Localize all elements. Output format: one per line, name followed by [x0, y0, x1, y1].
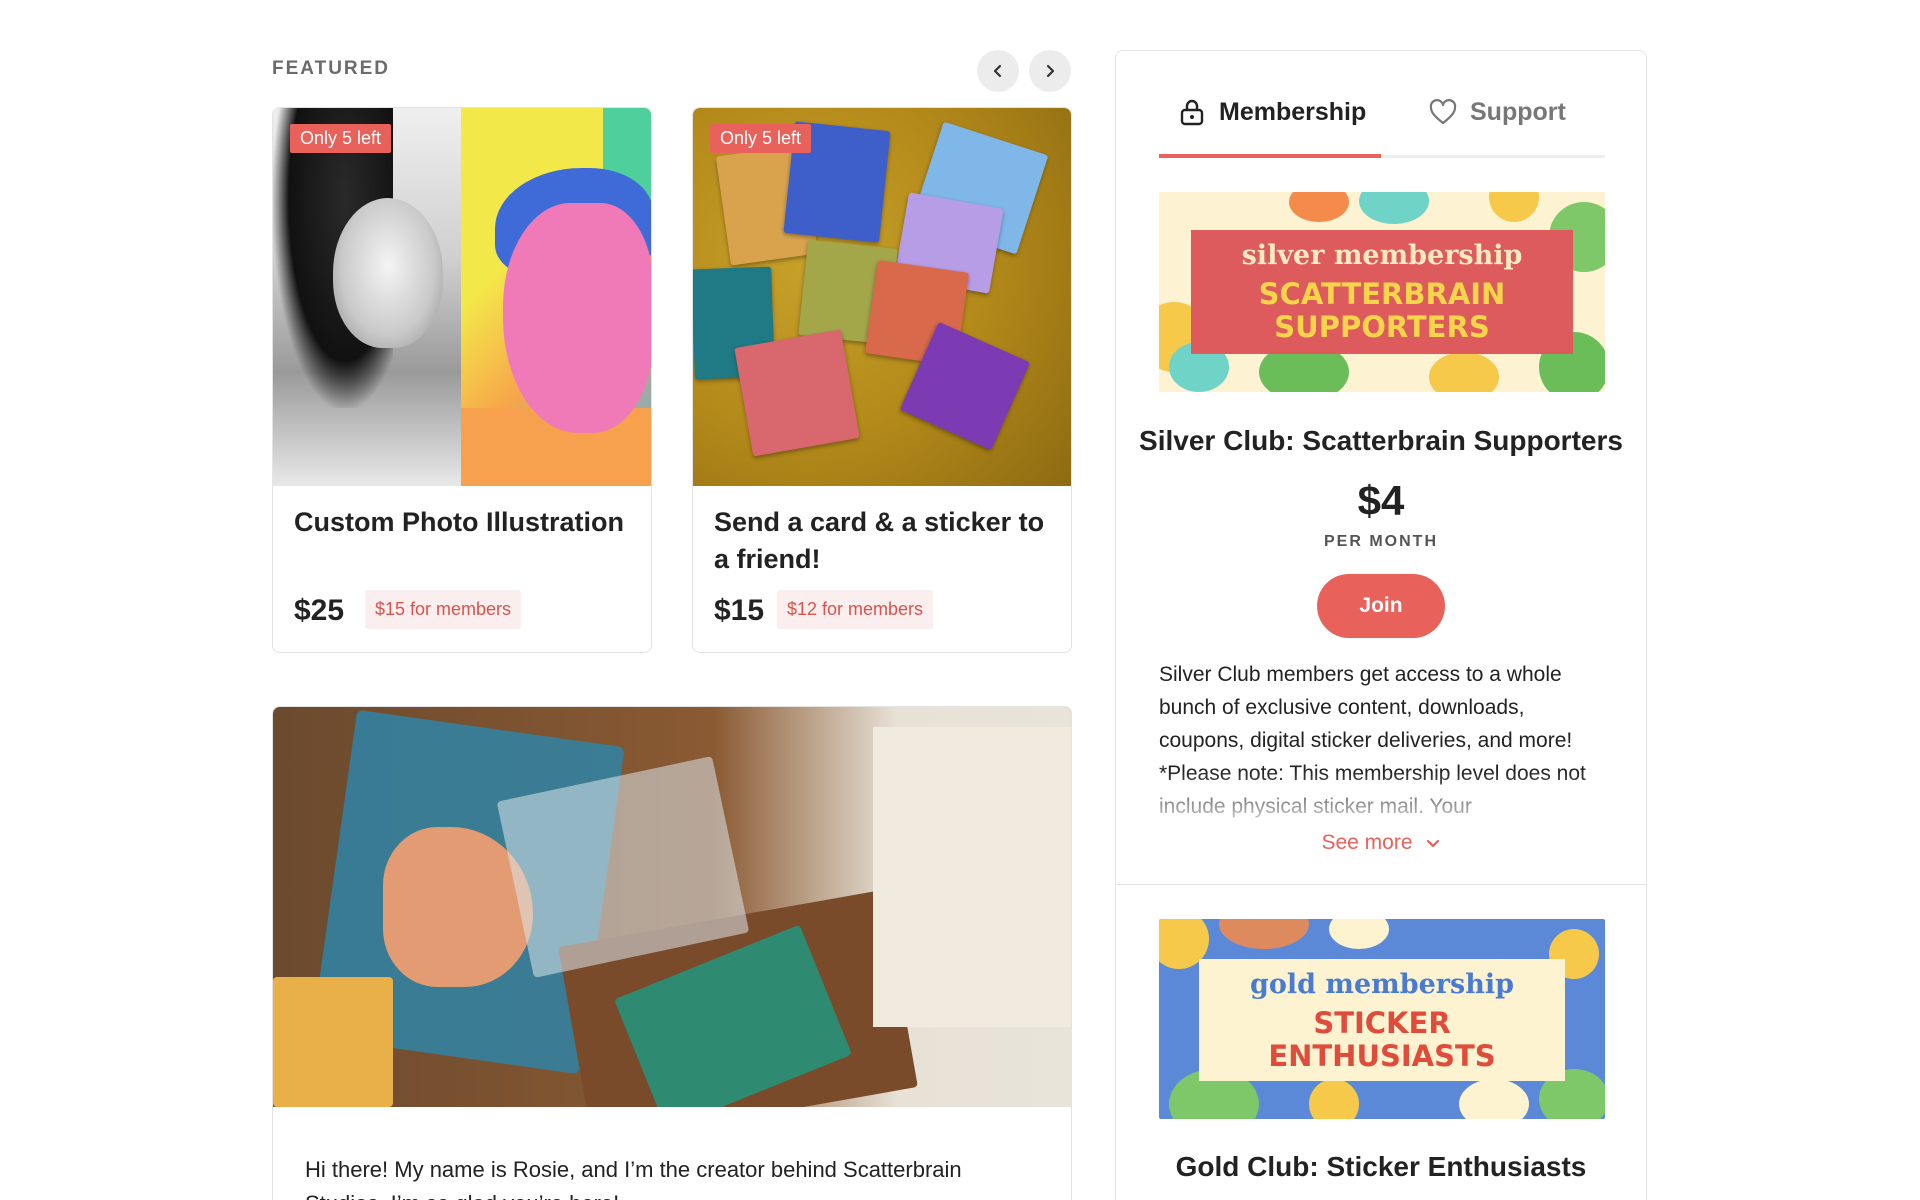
banner-script-text: gold membership: [1250, 969, 1514, 1000]
heart-icon: [1429, 99, 1457, 125]
studio-photo: [273, 707, 1071, 1107]
product-price: $15: [714, 594, 765, 627]
creator-intro-text: Hi there! My name is Rosie, and I’m the …: [305, 1157, 962, 1200]
lock-icon: [1180, 99, 1204, 126]
featured-heading: FEATURED: [272, 58, 391, 79]
banner-line: ENTHUSIASTS: [1268, 1039, 1496, 1073]
tab-membership[interactable]: Membership: [1177, 97, 1366, 127]
tier-name: Gold Club: Sticker Enthusiasts: [1175, 1151, 1587, 1182]
join-button[interactable]: Join: [1317, 574, 1445, 638]
tier-name: Silver Club: Scatterbrain Supporters: [1139, 425, 1623, 456]
chevron-right-icon: [1046, 64, 1055, 78]
see-more-link[interactable]: See more: [1116, 831, 1646, 855]
stock-badge: Only 5 left: [290, 124, 392, 153]
product-title: Custom Photo Illustration: [294, 507, 624, 537]
carousel-prev-button[interactable]: [977, 50, 1019, 92]
product-image-cards: Only 5 left: [693, 108, 1071, 486]
gold-tier-banner: gold membership STICKER ENTHUSIASTS: [1159, 919, 1605, 1119]
banner-line: STICKER: [1313, 1006, 1451, 1040]
product-image-illustration: Only 5 left: [273, 108, 651, 486]
product-card-custom-illustration[interactable]: Only 5 left Custom Photo Illustration $2…: [272, 107, 652, 653]
chevron-left-icon: [993, 64, 1002, 78]
see-more-label: See more: [1321, 831, 1413, 854]
banner-line: SUPPORTERS: [1274, 310, 1490, 344]
tab-label: Support: [1470, 97, 1566, 126]
product-card-card-and-sticker[interactable]: Only 5 left Send a card & a sticker to a…: [692, 107, 1072, 653]
carousel-next-button[interactable]: [1029, 50, 1071, 92]
banner-line: SCATTERBRAIN: [1258, 277, 1506, 311]
tier-period: PER MONTH: [1324, 533, 1438, 550]
product-price: $25: [294, 594, 345, 627]
tier-divider: [1116, 884, 1646, 885]
tier-price: $4: [1357, 477, 1405, 524]
tab-label: Membership: [1219, 97, 1367, 126]
member-price-tag: $12 for members: [777, 590, 934, 629]
membership-panel: Membership Support silver membership SCA…: [1115, 50, 1647, 1200]
silver-tier-banner: silver membership SCATTERBRAIN SUPPORTER…: [1159, 192, 1605, 392]
stock-badge: Only 5 left: [710, 124, 812, 153]
banner-script-text: silver membership: [1241, 240, 1523, 271]
chevron-down-icon: [1426, 839, 1439, 848]
tab-active-indicator: [1159, 154, 1381, 158]
tab-support[interactable]: Support: [1428, 97, 1566, 127]
creator-story-card: Hi there! My name is Rosie, and I’m the …: [272, 706, 1072, 1200]
member-price-tag: $15 for members: [365, 590, 522, 629]
product-title: Send a card & a sticker to a friend!: [714, 507, 1045, 574]
description-fade: [1159, 771, 1605, 831]
